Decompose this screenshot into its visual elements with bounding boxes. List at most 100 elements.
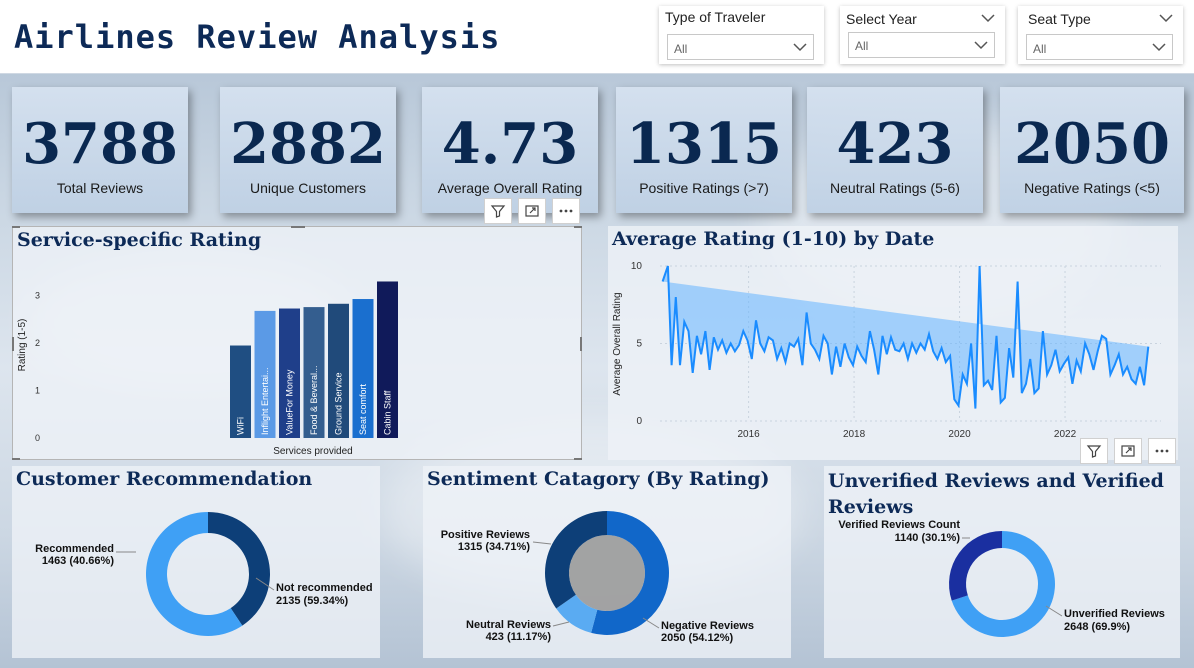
traveler-type-dropdown[interactable]: All: [667, 34, 814, 60]
slicer-traveler-type[interactable]: Type of Traveler All: [659, 6, 824, 64]
rating-by-date-chart: Average Overall Rating 0 5 10 2016 2018 2020 2…: [612, 261, 1161, 440]
chevron-down-icon: [1152, 43, 1166, 52]
leader-line: [532, 541, 552, 545]
verified-reviews-panel[interactable]: Unverified Reviews and Verified Reviews …: [824, 466, 1180, 658]
kpi-value: 423: [836, 111, 954, 177]
kpi-value: 3788: [22, 111, 178, 177]
legend-value: 2648 (69.9%): [1064, 621, 1130, 633]
bar-label: Food & Beveral...: [309, 365, 319, 435]
bar-label: Seat comfort: [358, 383, 368, 435]
more-icon: [1155, 449, 1169, 453]
resize-handle[interactable]: [12, 337, 14, 351]
donut-center: [569, 535, 645, 611]
y-tick-label: 10: [631, 261, 643, 272]
filter-button[interactable]: [1080, 438, 1108, 464]
customer-recommendation-panel[interactable]: Customer Recommendation Recommended 1463…: [12, 466, 380, 658]
chevron-down-icon: [793, 43, 807, 52]
focus-mode-button[interactable]: [1114, 438, 1142, 464]
bar-label: WiFi: [236, 417, 246, 435]
resize-handle[interactable]: [574, 458, 582, 460]
kpi-value: 2050: [1014, 111, 1170, 177]
rating-by-date-panel[interactable]: Average Rating (1-10) by Date Average Ov…: [608, 226, 1178, 460]
legend-label: Verified Reviews Count: [838, 519, 960, 531]
kpi-label: Neutral Ratings (5-6): [830, 180, 960, 196]
legend-value: 423 (11.17%): [486, 631, 552, 643]
donut-slice[interactable]: [208, 512, 270, 626]
legend-value: 1463 (40.66%): [42, 555, 114, 567]
bar-label: Ground Service: [334, 372, 344, 435]
resize-handle[interactable]: [12, 458, 20, 460]
rating-area: [662, 266, 1149, 409]
x-axis-label: Services provided: [273, 446, 352, 457]
x-tick-label: 2016: [737, 429, 760, 440]
kpi-neutral-ratings: 423 Neutral Ratings (5-6): [807, 87, 983, 213]
y-axis-label: Average Overall Rating: [612, 292, 623, 395]
leader-line: [642, 617, 660, 629]
legend-label: Positive Reviews: [441, 529, 530, 541]
year-dropdown[interactable]: All: [848, 32, 995, 58]
kpi-average-rating: 4.73 Average Overall Rating: [422, 87, 598, 213]
legend-label: Negative Reviews: [661, 620, 754, 632]
y-tick-label: 2: [35, 338, 40, 348]
leader-line: [1045, 605, 1063, 617]
kpi-unique-customers: 2882 Unique Customers: [220, 87, 396, 213]
slicer-seat-type[interactable]: Seat Type All: [1018, 6, 1183, 64]
expand-icon: [1121, 445, 1135, 457]
kpi-label: Unique Customers: [250, 180, 366, 196]
kpi-label: Average Overall Rating: [437, 180, 583, 196]
y-tick-label: 0: [636, 416, 642, 427]
kpi-label: Negative Ratings (<5): [1024, 180, 1160, 196]
x-tick-label: 2018: [843, 429, 866, 440]
kpi-value: 2882: [230, 111, 386, 177]
seat-type-dropdown[interactable]: All: [1026, 34, 1173, 60]
slicer-value: All: [1033, 42, 1047, 56]
verified-donut: Verified Reviews Count 1140 (30.1%) Unve…: [838, 519, 1165, 637]
app-title: Airlines Review Analysis: [14, 18, 501, 56]
y-tick-label: 1: [35, 386, 40, 396]
more-options-button[interactable]: [1148, 438, 1176, 464]
slicer-value: All: [674, 42, 688, 56]
legend-label: Neutral Reviews: [466, 619, 551, 631]
x-tick-label: 2020: [948, 429, 971, 440]
bar-label: Cabin Staff: [383, 390, 393, 435]
more-options-button[interactable]: [552, 198, 580, 224]
bar-label: Inflight Entertai...: [260, 367, 270, 435]
y-tick-label: 3: [35, 291, 40, 301]
kpi-value: 4.73: [441, 111, 579, 177]
kpi-total-reviews: 3788 Total Reviews: [12, 87, 188, 213]
resize-handle[interactable]: [580, 337, 582, 351]
chevron-down-icon[interactable]: [1159, 12, 1173, 24]
legend-value: 2050 (54.12%): [661, 632, 733, 644]
slicer-label: Select Year: [846, 11, 917, 27]
resize-handle[interactable]: [574, 226, 582, 228]
filter-button[interactable]: [484, 198, 512, 224]
legend-value: 1315 (34.71%): [458, 541, 530, 553]
chevron-down-icon: [974, 41, 988, 50]
more-icon: [559, 209, 573, 213]
resize-handle[interactable]: [291, 226, 305, 228]
x-tick-label: 2022: [1054, 429, 1077, 440]
kpi-label: Positive Ratings (>7): [639, 180, 769, 196]
kpi-positive-ratings: 1315 Positive Ratings (>7): [616, 87, 792, 213]
filter-icon: [490, 205, 506, 218]
bar-label: ValueFor Money: [285, 369, 295, 435]
chevron-down-icon[interactable]: [981, 12, 995, 24]
legend-value: 1140 (30.1%): [895, 532, 961, 544]
slicer-label: Seat Type: [1028, 11, 1091, 27]
legend-label: Unverified Reviews: [1064, 608, 1165, 620]
recommendation-donut: Recommended 1463 (40.66%) Not recommende…: [35, 512, 373, 636]
slicer-value: All: [855, 39, 869, 53]
service-rating-panel[interactable]: Service-specific Rating Rating (1-5) Ser…: [12, 226, 582, 460]
focus-mode-button[interactable]: [518, 198, 546, 224]
slicer-year[interactable]: Select Year All: [840, 6, 1005, 64]
kpi-value: 1315: [626, 111, 782, 177]
resize-handle[interactable]: [12, 226, 20, 228]
y-tick-label: 5: [636, 339, 642, 350]
sentiment-panel[interactable]: Sentiment Catagory (By Rating) Positive …: [423, 466, 791, 658]
kpi-negative-ratings: 2050 Negative Ratings (<5): [1000, 87, 1184, 213]
legend-label: Recommended: [35, 543, 114, 555]
service-rating-chart: Rating (1-5) Services provided 0 1 2 3 WiFi…: [17, 281, 398, 457]
filter-icon: [1086, 445, 1102, 458]
expand-icon: [525, 205, 539, 217]
legend-value: 2135 (59.34%): [276, 595, 348, 607]
